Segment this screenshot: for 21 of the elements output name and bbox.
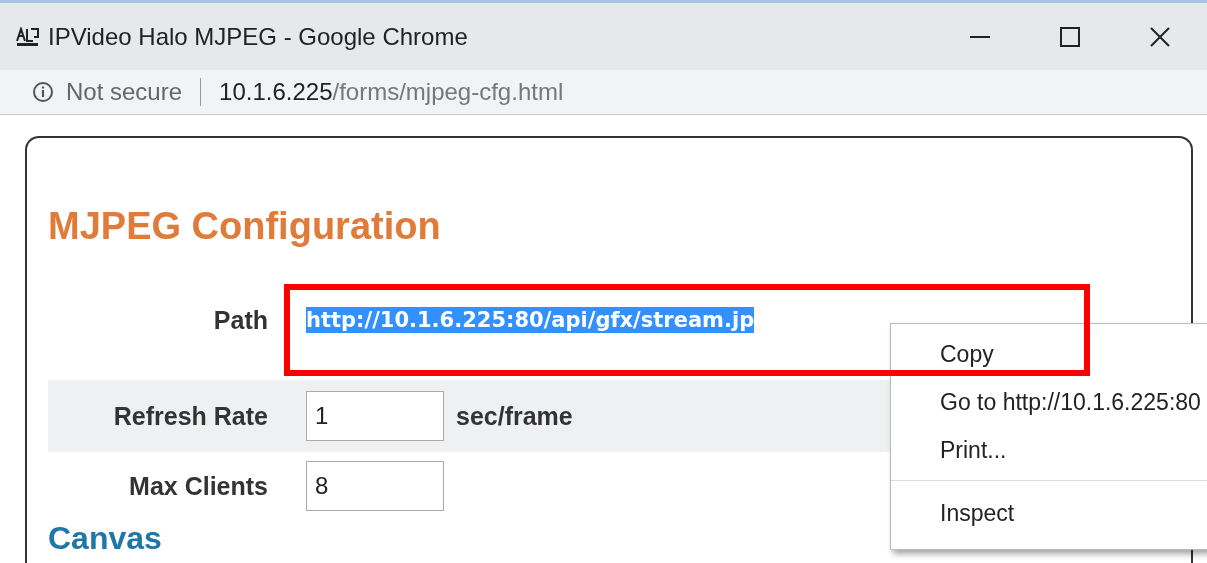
menu-item[interactable]: Copy — [891, 330, 1207, 378]
security-label: Not secure — [66, 78, 183, 106]
close-icon[interactable] — [1149, 25, 1171, 48]
input-field[interactable]: 8 — [306, 461, 444, 511]
url-text[interactable]: 10.1.6.225/forms/mjpeg-cfg.html — [219, 78, 564, 106]
unit-label: sec/frame — [456, 401, 573, 431]
window-title: IPVideo Halo MJPEG - Google Chrome — [48, 22, 468, 51]
menu-item[interactable]: Inspect — [891, 489, 1207, 537]
input-field[interactable]: 1 — [306, 391, 444, 441]
field-label: Path — [212, 305, 268, 335]
info-icon[interactable] — [32, 81, 54, 103]
maximize-icon[interactable] — [1059, 25, 1081, 48]
address-bar[interactable]: Not secure 10.1.6.225/forms/mjpeg-cfg.html — [0, 70, 1207, 115]
menu-item[interactable]: Print... — [891, 426, 1207, 474]
page-heading: MJPEG Configuration — [48, 204, 442, 248]
menu-item[interactable]: Go to http://10.1.6.225:80 — [891, 378, 1207, 426]
field-label: Max Clients — [128, 471, 268, 501]
app-logo-icon — [16, 26, 40, 47]
field-label: Refresh Rate — [112, 401, 268, 431]
section-heading: Canvas — [48, 520, 163, 556]
path-text: http://10.1.6.225:80/api/gfx/stream.jp — [306, 307, 755, 333]
